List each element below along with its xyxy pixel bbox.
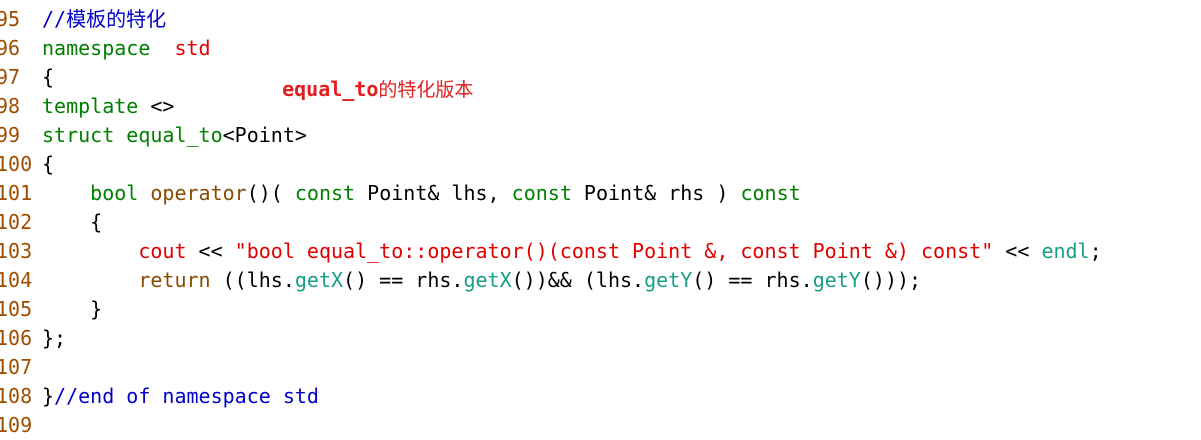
code-token: "bool equal_to::operator()(const Point &…: [234, 239, 994, 263]
code-token: const: [294, 181, 356, 205]
code-token: }: [42, 297, 103, 321]
code-token: <Point>: [222, 123, 307, 147]
code-line[interactable]: 108}//end of namespace std: [0, 382, 1201, 411]
code-line[interactable]: 103 cout << "bool equal_to::operator()(c…: [0, 237, 1201, 266]
code-token: getX: [463, 268, 512, 292]
code-token: ()));: [860, 268, 922, 292]
code-text[interactable]: }//end of namespace std: [42, 382, 319, 411]
line-number: 98: [0, 94, 21, 118]
line-number: 106: [0, 326, 33, 350]
code-token: ;: [1089, 239, 1102, 263]
code-token: ((lhs.: [210, 268, 295, 292]
code-token: () == rhs.: [343, 268, 464, 292]
code-token: template: [42, 94, 139, 118]
code-token: operator: [150, 181, 247, 205]
code-token: endl: [1041, 239, 1090, 263]
code-token: }: [42, 384, 55, 408]
code-text[interactable]: bool operator()( const Point& lhs, const…: [42, 179, 801, 208]
code-token: bool: [90, 181, 139, 205]
code-token: Point& lhs,: [355, 181, 512, 205]
line-number: 105: [0, 297, 33, 321]
code-token: <>: [138, 94, 175, 118]
code-token: {: [42, 210, 103, 234]
code-line[interactable]: 97 {: [0, 63, 1201, 92]
code-token: struct: [42, 123, 115, 147]
annotation-chinese-text: 的特化版本: [378, 79, 474, 101]
code-token: ())&& (lhs.: [511, 268, 645, 292]
code-text[interactable]: {: [42, 208, 102, 237]
line-number: 97: [0, 65, 21, 89]
code-text[interactable]: return ((lhs.getX() == rhs.getX())&& (lh…: [42, 266, 921, 295]
line-number: 99: [0, 123, 21, 147]
code-text[interactable]: //模板的特化: [42, 5, 166, 34]
code-token: Point& rhs ): [571, 181, 741, 205]
line-number: 101: [0, 181, 33, 205]
code-text[interactable]: namespace std: [42, 34, 211, 63]
line-number: 103: [0, 239, 33, 263]
line-number: 107: [0, 355, 33, 379]
code-token: //模板的特化: [42, 7, 167, 31]
code-token: () == rhs.: [692, 268, 813, 292]
code-line[interactable]: 98 template <>: [0, 92, 1201, 121]
code-token: namespace: [42, 36, 151, 60]
line-number: 100: [0, 152, 33, 176]
annotation-note: equal_to的特化版本: [258, 51, 473, 102]
code-token: };: [42, 326, 67, 350]
code-line[interactable]: 104 return ((lhs.getX() == rhs.getX())&&…: [0, 266, 1201, 295]
code-token: const: [740, 181, 801, 205]
code-text[interactable]: {: [42, 150, 54, 179]
code-text[interactable]: cout << "bool equal_to::operator()(const…: [42, 237, 1102, 266]
code-token: {: [42, 65, 55, 89]
code-text[interactable]: struct equal_to<Point>: [42, 121, 307, 150]
code-line[interactable]: 99 struct equal_to<Point>: [0, 121, 1201, 150]
code-line[interactable]: 106};: [0, 324, 1201, 353]
line-number: 108: [0, 384, 33, 408]
code-token: {: [42, 152, 55, 176]
code-token: std: [174, 36, 211, 60]
code-token: <<: [186, 239, 235, 263]
code-line[interactable]: 107: [0, 353, 1201, 382]
line-number: 102: [0, 210, 33, 234]
code-line[interactable]: 101 bool operator()( const Point& lhs, c…: [0, 179, 1201, 208]
code-text[interactable]: {: [42, 63, 54, 92]
code-token: getY: [644, 268, 693, 292]
code-token: equal_to: [126, 123, 223, 147]
code-token: getY: [812, 268, 861, 292]
line-number: 96: [0, 36, 21, 60]
code-line[interactable]: 105 }: [0, 295, 1201, 324]
code-editor[interactable]: 95 //模板的特化 96 namespace std 97 {98 template <>…: [0, 5, 1201, 440]
code-text[interactable]: };: [42, 324, 66, 353]
code-token: //end of namespace std: [54, 384, 319, 408]
code-token: const: [511, 181, 572, 205]
code-line[interactable]: 96 namespace std: [0, 34, 1201, 63]
code-text[interactable]: template <>: [42, 92, 174, 121]
code-line[interactable]: 95 //模板的特化: [0, 5, 1201, 34]
code-line[interactable]: 102 {: [0, 208, 1201, 237]
line-number: 104: [0, 268, 33, 292]
code-token: <<: [993, 239, 1042, 263]
code-token: return: [138, 268, 211, 292]
code-token: cout: [138, 239, 187, 263]
annotation-code-text: equal_to: [282, 77, 379, 101]
code-token: getX: [294, 268, 344, 292]
code-token: ()(: [246, 181, 295, 205]
code-text[interactable]: }: [42, 295, 102, 324]
code-line[interactable]: 100 {: [0, 150, 1201, 179]
line-number: 95: [0, 7, 21, 31]
